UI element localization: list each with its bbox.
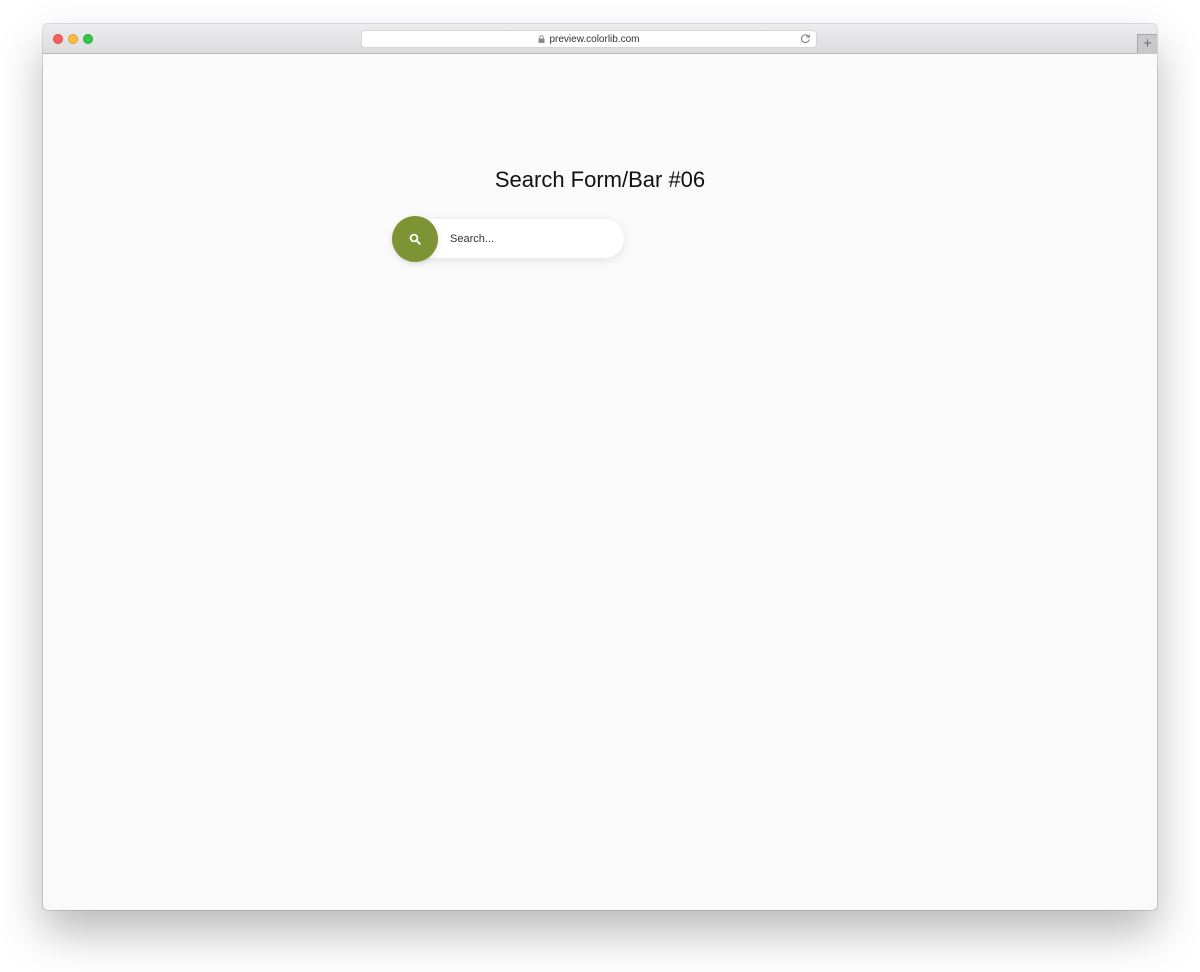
new-tab-button[interactable]: + [1137,34,1157,54]
search-icon [409,233,421,245]
minimize-window-button[interactable] [68,34,78,44]
browser-titlebar: preview.colorlib.com + [43,24,1157,54]
close-window-button[interactable] [53,34,63,44]
maximize-window-button[interactable] [83,34,93,44]
search-form [392,216,624,262]
lock-icon [538,35,545,43]
page-content: Search Form/Bar #06 [43,54,1157,910]
search-field-container [410,219,624,258]
address-bar[interactable]: preview.colorlib.com [361,30,817,48]
search-button[interactable] [392,216,438,262]
reload-icon[interactable] [800,33,811,44]
browser-window: preview.colorlib.com + Search Form/Bar #… [43,24,1157,910]
search-input[interactable] [450,219,618,258]
page-title: Search Form/Bar #06 [494,167,706,192]
address-bar-url: preview.colorlib.com [549,33,640,45]
